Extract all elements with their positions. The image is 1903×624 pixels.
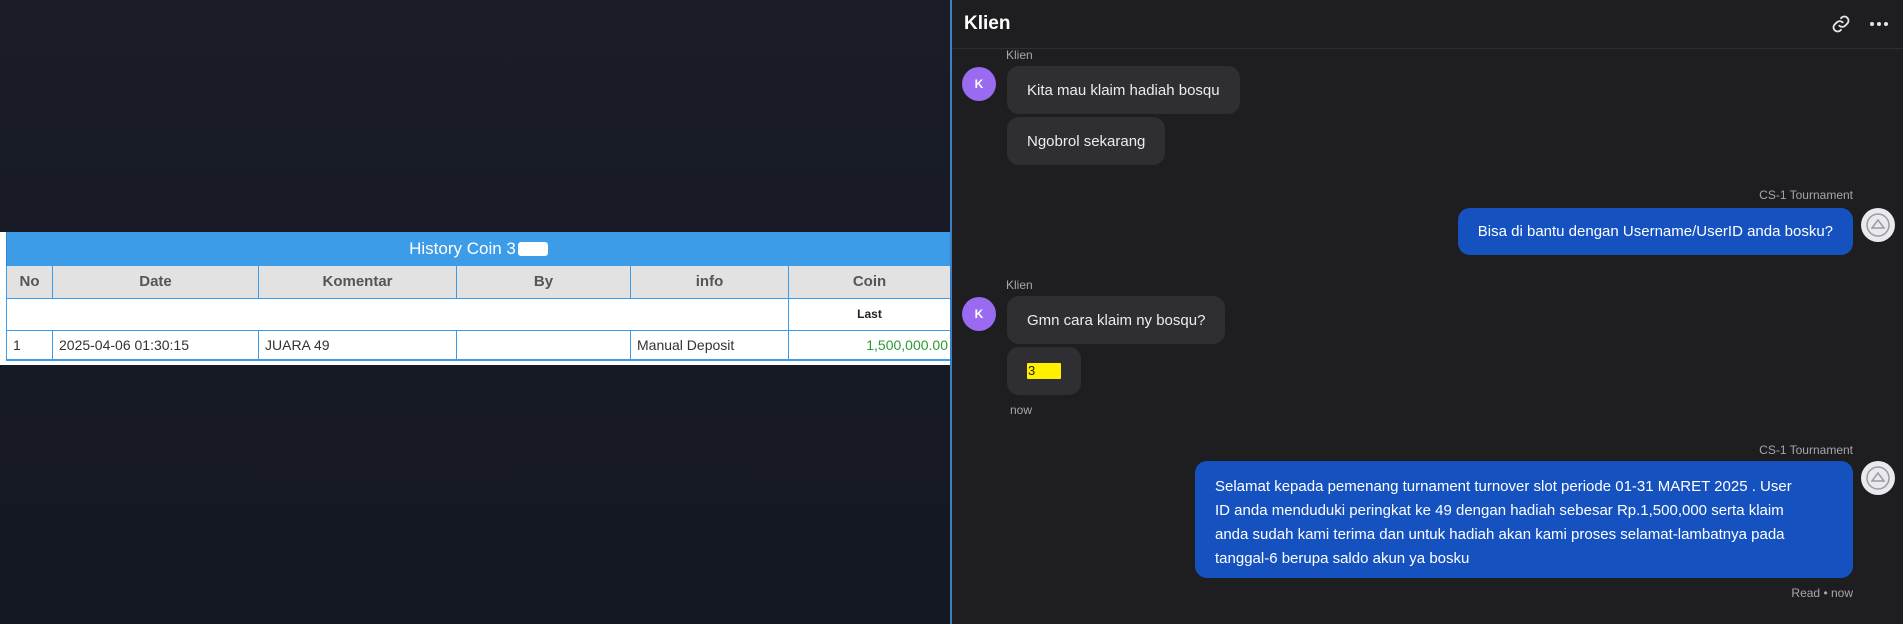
agent-logo-icon (1866, 466, 1890, 490)
redacted-username: 3 (1027, 363, 1061, 379)
table-subhead-row: Last (6, 298, 950, 331)
sender-name: CS-1 Tournament (1759, 188, 1853, 202)
chat-title: Klien (964, 13, 1011, 34)
cell-by (456, 330, 631, 361)
column-header-coin[interactable]: Coin (788, 266, 950, 299)
subhead-spacer (6, 298, 789, 331)
message-line: ID anda menduduki peringkat ke 49 dengan… (1215, 502, 1784, 519)
column-header-no[interactable]: No (6, 266, 53, 299)
cell-komentar: JUARA 49 (258, 330, 457, 361)
avatar[interactable]: K (962, 297, 996, 331)
redacted-mark (517, 242, 548, 256)
read-status: Read • now (1791, 586, 1853, 600)
link-icon[interactable] (1829, 12, 1853, 36)
background-pane: History Coin 3 No Date Komentar By info … (0, 0, 950, 624)
message-bubble[interactable]: Selamat kepada pemenang turnament turnov… (1195, 461, 1853, 578)
message-bubble[interactable]: Kita mau klaim hadiah bosqu (1007, 66, 1240, 114)
message-bubble[interactable]: Gmn cara klaim ny bosqu? (1007, 296, 1226, 344)
message-time: now (1010, 403, 1033, 417)
cell-info: Manual Deposit (630, 330, 789, 361)
agent-avatar[interactable] (1861, 208, 1895, 242)
subhead-last-label: Last (788, 298, 950, 331)
chat-header: Klien (952, 0, 1903, 49)
message-bubble[interactable]: Bisa di bantu dengan Username/UserID and… (1457, 208, 1853, 255)
column-header-info[interactable]: info (630, 266, 789, 299)
history-title-text: History Coin 3 (409, 239, 516, 258)
column-header-by[interactable]: By (456, 266, 631, 299)
message-line: Selamat kepada pemenang turnament turnov… (1215, 478, 1792, 495)
table-header-row: No Date Komentar By info Coin (6, 266, 950, 299)
cell-no: 1 (6, 330, 53, 361)
column-header-komentar[interactable]: Komentar (258, 266, 457, 299)
chat-pane: Klien Klien K Kita mau klaim hadiah bosq… (952, 0, 1903, 624)
message-bubble[interactable]: 3 (1007, 347, 1081, 395)
cell-coin: 1,500,000.00 (788, 330, 950, 361)
history-table: No Date Komentar By info Coin Last 1 202… (6, 266, 950, 361)
agent-avatar[interactable] (1861, 461, 1895, 495)
sender-name: Klien (1006, 278, 1033, 292)
table-row[interactable]: 1 2025-04-06 01:30:15 JUARA 49 Manual De… (6, 330, 950, 361)
message-line: anda sudah kami terima dan untuk hadiah … (1215, 526, 1785, 543)
avatar[interactable]: K (962, 67, 996, 101)
message-bubble[interactable]: Ngobrol sekarang (1007, 117, 1166, 165)
column-header-date[interactable]: Date (52, 266, 259, 299)
sender-name: CS-1 Tournament (1759, 443, 1853, 457)
history-title: History Coin 3 (6, 232, 950, 266)
more-icon[interactable] (1867, 12, 1891, 36)
agent-logo-icon (1866, 213, 1890, 237)
history-coin-panel: History Coin 3 No Date Komentar By info … (0, 232, 950, 365)
cell-date: 2025-04-06 01:30:15 (52, 330, 259, 361)
sender-name: Klien (1006, 48, 1033, 62)
message-line: tanggal-6 berupa saldo akun ya bosku (1215, 550, 1470, 567)
